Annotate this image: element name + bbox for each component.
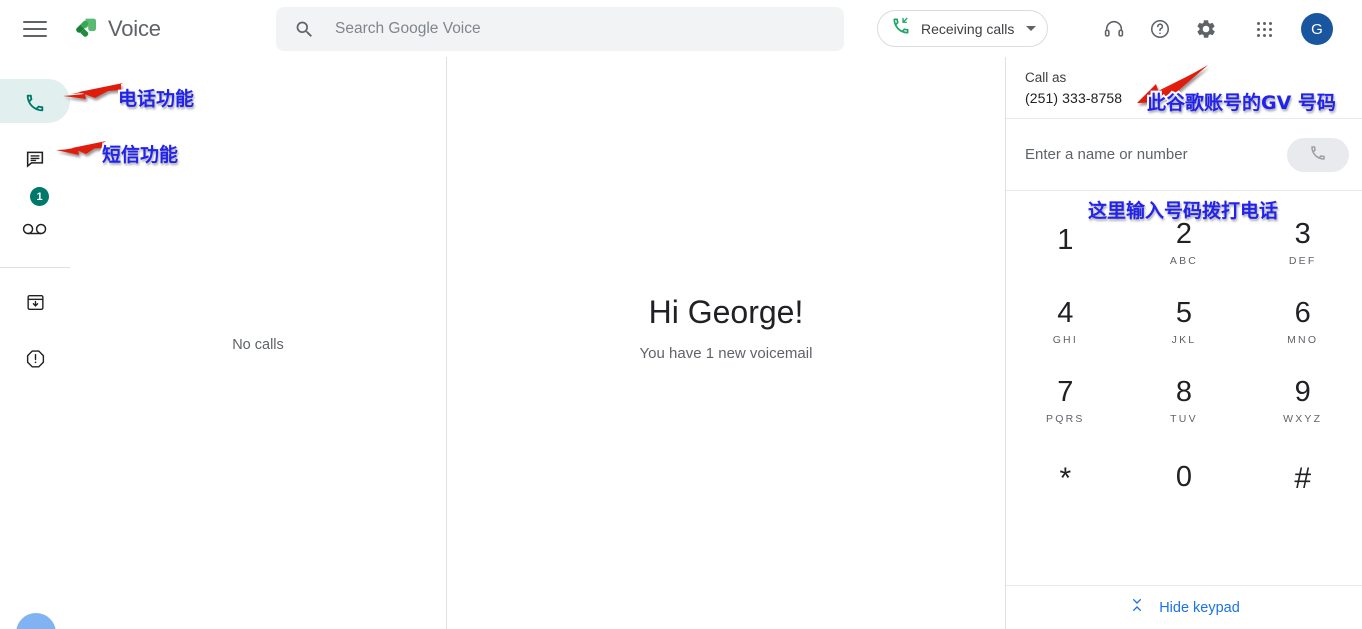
annotation-dial-here: 这里输入号码拨打电话 bbox=[1086, 198, 1280, 224]
dialpad-letters: PQRS bbox=[1046, 412, 1085, 425]
dialpad-letters: JKL bbox=[1171, 333, 1197, 346]
dialpad-digit: 1 bbox=[1057, 224, 1074, 257]
hide-keypad-button[interactable]: Hide keypad bbox=[1006, 585, 1362, 629]
header-icon-group: G bbox=[1095, 10, 1333, 48]
brand-name-label: Voice bbox=[108, 15, 161, 41]
page-title: Hi George! bbox=[648, 294, 804, 330]
apps-grid-icon[interactable] bbox=[1245, 10, 1283, 48]
search-input[interactable] bbox=[335, 20, 815, 38]
place-call-button[interactable] bbox=[1287, 137, 1349, 172]
dialpad-digit: 0 bbox=[1175, 461, 1193, 494]
annotation-arrow-to-phone-icon bbox=[63, 83, 123, 99]
archive-icon bbox=[25, 292, 46, 313]
dialpad-key-7[interactable]: 7 PQRS bbox=[1027, 365, 1103, 437]
main-content-area: Hi George! You have 1 new voicemail bbox=[448, 57, 1004, 629]
spam-warning-icon bbox=[25, 348, 46, 369]
google-voice-window: Voice Receiving calls bbox=[0, 0, 1362, 629]
dialpad-letters: DEF bbox=[1288, 254, 1317, 267]
hide-keypad-label: Hide keypad bbox=[1159, 599, 1240, 616]
dialpad-key-8[interactable]: 8 TUV bbox=[1146, 365, 1222, 437]
annotation-gv-number: 此谷歌账号的GV 号码 bbox=[1145, 90, 1338, 116]
dialpad-digit: # bbox=[1294, 461, 1311, 495]
search-bar[interactable] bbox=[276, 7, 844, 51]
number-entry-input[interactable] bbox=[1025, 146, 1287, 163]
dialpad-key-0[interactable]: 0 bbox=[1146, 444, 1222, 516]
dialpad-key-star[interactable]: * bbox=[1027, 444, 1103, 516]
search-icon bbox=[294, 19, 315, 40]
dialpad-digit: 2 bbox=[1175, 218, 1193, 251]
dialpad-digit: 3 bbox=[1294, 218, 1311, 251]
annotation-sms-function: 短信功能 bbox=[100, 142, 180, 168]
dialpad-letters: WXYZ bbox=[1283, 412, 1323, 425]
dialpad-key-6[interactable]: 6 MNO bbox=[1265, 286, 1341, 358]
dialpad-digit: 4 bbox=[1057, 297, 1074, 330]
dialpad-digit: 6 bbox=[1294, 297, 1311, 330]
collapse-chevrons-icon bbox=[1129, 597, 1145, 618]
dialpad-letters: ABC bbox=[1169, 254, 1199, 267]
phone-icon bbox=[24, 92, 46, 114]
dialpad-letters: TUV bbox=[1170, 412, 1198, 425]
sidebar-item-archive[interactable] bbox=[0, 278, 70, 326]
dialpad-digit: 9 bbox=[1294, 376, 1311, 409]
dialer-panel: Call as (251) 333-8758 1 2 ABC bbox=[1005, 57, 1362, 629]
dialpad-letters: GHI bbox=[1052, 333, 1078, 346]
phone-icon bbox=[1309, 144, 1327, 165]
dialpad-digit: 7 bbox=[1057, 376, 1074, 409]
annotation-arrow-to-message-icon bbox=[56, 141, 106, 155]
gear-icon[interactable] bbox=[1187, 10, 1225, 48]
dialpad-key-9[interactable]: 9 WXYZ bbox=[1265, 365, 1341, 437]
rail-divider bbox=[0, 267, 70, 268]
dialpad-digit: 8 bbox=[1175, 376, 1193, 409]
sidebar-item-spam[interactable] bbox=[0, 334, 70, 382]
avatar[interactable]: G bbox=[1301, 13, 1333, 45]
voicemail-icon bbox=[22, 222, 48, 236]
hamburger-menu-icon[interactable] bbox=[23, 17, 47, 41]
call-status-dropdown[interactable]: Receiving calls bbox=[877, 10, 1049, 47]
sidebar-item-voicemail[interactable]: 1 bbox=[0, 187, 70, 253]
annotation-phone-function: 电话功能 bbox=[116, 86, 196, 112]
call-list-empty-state: No calls bbox=[232, 337, 284, 353]
dialpad: 1 2 ABC 3 DEF 4 GHI 5 JKL 6 MNO 7 PQRS 8… bbox=[1006, 191, 1362, 523]
voice-logo-brand[interactable]: Voice bbox=[71, 15, 161, 43]
chevron-down-icon bbox=[1026, 26, 1037, 31]
dialpad-key-hash[interactable]: # bbox=[1265, 444, 1341, 516]
call-status-label: Receiving calls bbox=[921, 20, 1015, 37]
dialpad-digit: 5 bbox=[1175, 297, 1193, 330]
dialpad-key-4[interactable]: 4 GHI bbox=[1027, 286, 1103, 358]
message-icon bbox=[24, 148, 46, 170]
google-voice-logo-icon bbox=[71, 15, 99, 43]
voicemail-unread-badge: 1 bbox=[30, 187, 49, 206]
incoming-call-icon bbox=[891, 16, 911, 41]
number-entry-row bbox=[1006, 119, 1362, 191]
help-icon[interactable] bbox=[1141, 10, 1179, 48]
compose-fab-button[interactable] bbox=[16, 613, 56, 629]
dialpad-letters: MNO bbox=[1287, 333, 1319, 346]
headset-icon[interactable] bbox=[1095, 10, 1133, 48]
dialpad-key-5[interactable]: 5 JKL bbox=[1146, 286, 1222, 358]
dialpad-digit: * bbox=[1059, 461, 1072, 495]
voicemail-summary-text: You have 1 new voicemail bbox=[639, 345, 813, 362]
app-header: Voice Receiving calls bbox=[0, 0, 1362, 57]
